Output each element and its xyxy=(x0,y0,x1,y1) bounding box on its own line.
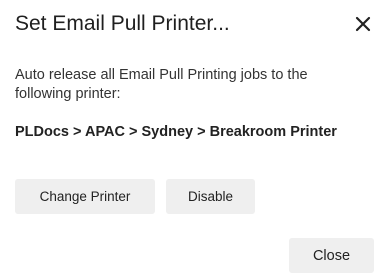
change-printer-button[interactable]: Change Printer xyxy=(15,179,155,214)
printer-path: PLDocs > APAC > Sydney > Breakroom Print… xyxy=(15,124,337,140)
close-icon[interactable] xyxy=(353,14,373,34)
set-email-pull-printer-dialog: Set Email Pull Printer... Auto release a… xyxy=(0,0,376,273)
dialog-title: Set Email Pull Printer... xyxy=(15,12,230,35)
disable-button[interactable]: Disable xyxy=(166,179,255,214)
dialog-description: Auto release all Email Pull Printing job… xyxy=(15,67,308,102)
close-button[interactable]: Close xyxy=(289,238,374,273)
